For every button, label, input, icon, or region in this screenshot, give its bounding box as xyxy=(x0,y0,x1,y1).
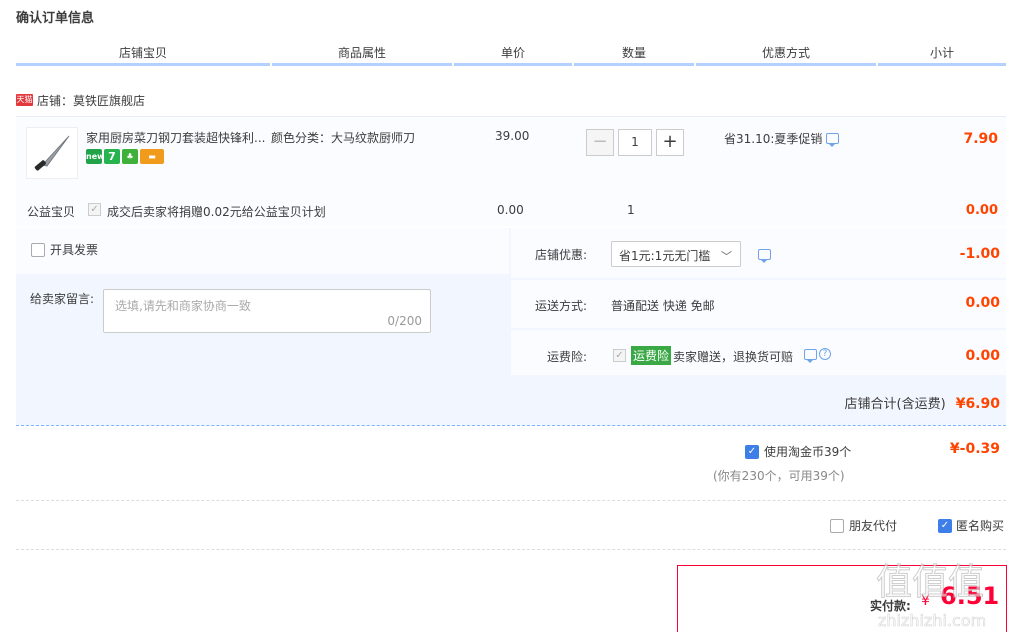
anonymous-label: 匿名购买 xyxy=(956,519,1005,533)
divider xyxy=(16,549,1006,550)
order-options: 开具发票 给卖家留言: 选填,请先和商家协商一致 0/200 店铺优惠: 省1元… xyxy=(16,228,1006,426)
options-left: 开具发票 给卖家留言: 选填,请先和商家协商一致 0/200 xyxy=(16,228,509,375)
chat-icon[interactable] xyxy=(804,348,817,363)
coin-note: (你有230个，可用39个) xyxy=(713,469,845,483)
divider xyxy=(16,500,1006,501)
item-title[interactable]: 家用厨房菜刀钢刀套装超快锋利... xyxy=(86,129,268,146)
coin-amount: ¥-0.39 xyxy=(949,441,1000,457)
payment-label: 实付款: xyxy=(870,599,911,613)
quantity-input[interactable]: 1 xyxy=(618,129,652,156)
anonymous-checkbox[interactable]: ✓ xyxy=(938,518,952,533)
item-service-icons: new 7 ♣ ▬ xyxy=(86,149,164,164)
leaf-icon[interactable]: ♣ xyxy=(122,149,138,164)
payment-currency: ¥ xyxy=(921,593,930,609)
quantity-minus-button[interactable]: − xyxy=(586,129,614,156)
shop-total-amount: ¥6.90 xyxy=(955,396,1000,412)
tmall-icon: 天猫 xyxy=(16,94,33,106)
item-thumbnail[interactable] xyxy=(26,127,78,179)
column-unit-price: 单价 xyxy=(454,44,572,66)
item-promotion: 省31.10:夏季促销 xyxy=(724,130,840,147)
promotion-text: 省31.10:夏季促销 xyxy=(724,132,823,146)
shop-discount-amount: -1.00 xyxy=(959,246,1000,262)
invoice-label: 开具发票 xyxy=(50,243,99,257)
column-quantity: 数量 xyxy=(574,44,694,66)
insurance-text: 卖家赠送，退换货可赔 xyxy=(673,350,794,364)
invoice-option[interactable]: 开具发票 xyxy=(31,241,98,258)
chat-icon[interactable] xyxy=(826,133,840,147)
coin-option[interactable]: ✓ 使用淘金币39个 xyxy=(745,443,851,460)
card-icon[interactable]: ▬ xyxy=(140,149,164,164)
column-subtotal: 小计 xyxy=(878,44,1006,66)
shop-name[interactable]: 店铺：莫铁匠旗舰店 xyxy=(37,92,145,109)
charity-label: 公益宝贝 xyxy=(27,205,76,219)
shop-total: 店铺合计(含运费) ¥6.90 xyxy=(845,393,1000,412)
shipping-value: 普通配送 快递 免邮 xyxy=(611,299,715,313)
column-shop-item: 店铺宝贝 xyxy=(16,44,270,66)
item-subtotal: 7.90 xyxy=(963,131,998,147)
page-title: 确认订单信息 xyxy=(16,11,95,26)
charity-text: 成交后卖家将捐赠0.02元给公益宝贝计划 xyxy=(107,205,326,219)
friend-pay-checkbox[interactable] xyxy=(830,518,844,533)
insurance-icons: ? xyxy=(804,348,831,363)
knife-icon xyxy=(34,135,70,171)
anonymous-option[interactable]: ✓ 匿名购买 xyxy=(938,517,1004,534)
quantity-stepper: − 1 + xyxy=(586,129,684,156)
item-unit-price: 39.00 xyxy=(495,129,530,143)
shop-line: 天猫 店铺：莫铁匠旗舰店 xyxy=(16,92,145,108)
item-panel: 家用厨房菜刀钢刀套装超快锋利... new 7 ♣ ▬ 颜色分类：大马纹款厨师刀… xyxy=(16,116,1006,226)
column-discount: 优惠方式 xyxy=(696,44,876,66)
new-icon[interactable]: new xyxy=(86,149,105,164)
invoice-checkbox[interactable] xyxy=(31,242,45,257)
options-right: 店铺优惠: 省1元:1元无门槛 ﹀ -1.00 运送方式: 普通配送 快递 免邮… xyxy=(511,228,1006,375)
shop-discount-select[interactable]: 省1元:1元无门槛 ﹀ xyxy=(611,241,741,267)
shop-discount-label: 店铺优惠: xyxy=(535,248,588,262)
shipping-label: 运送方式: xyxy=(535,299,588,313)
chat-icon[interactable] xyxy=(758,249,771,263)
help-icon[interactable]: ? xyxy=(819,348,831,360)
divider xyxy=(16,425,1006,426)
shop-total-label: 店铺合计(含运费) xyxy=(844,397,946,412)
insurance-label: 运费险: xyxy=(547,350,588,364)
chevron-down-icon: ﹀ xyxy=(721,250,732,263)
column-header: 店铺宝贝 商品属性 单价 数量 优惠方式 小计 xyxy=(16,44,1006,66)
insurance-amount: 0.00 xyxy=(965,348,1000,364)
shipping-amount: 0.00 xyxy=(965,295,1000,311)
quantity-plus-button[interactable]: + xyxy=(656,129,684,156)
coin-label: 使用淘金币39个 xyxy=(764,445,852,459)
message-label: 给卖家留言: xyxy=(30,292,95,306)
payment-amount: 6.51 xyxy=(940,582,1000,610)
message-counter: 0/200 xyxy=(387,314,422,328)
insurance-badge: 运费险 xyxy=(631,346,672,365)
charity-checkbox: ✓ xyxy=(88,203,101,216)
item-attribute: 颜色分类：大马纹款厨师刀 xyxy=(271,131,416,145)
shop-discount-value: 省1元:1元无门槛 xyxy=(619,249,711,263)
charity-price: 0.00 xyxy=(497,203,524,217)
friend-pay-option[interactable]: 朋友代付 xyxy=(830,517,897,534)
seven-days-icon[interactable]: 7 xyxy=(104,149,120,164)
column-attribute: 商品属性 xyxy=(272,44,452,66)
insurance-checkbox: ✓ xyxy=(613,349,626,362)
friend-pay-label: 朋友代付 xyxy=(849,519,898,533)
message-textarea[interactable]: 选填,请先和商家协商一致 0/200 xyxy=(103,289,431,333)
message-placeholder: 选填,请先和商家协商一致 xyxy=(115,299,251,313)
charity-quantity: 1 xyxy=(627,203,635,217)
coin-checkbox[interactable]: ✓ xyxy=(745,444,759,459)
charity-subtotal: 0.00 xyxy=(965,203,998,218)
